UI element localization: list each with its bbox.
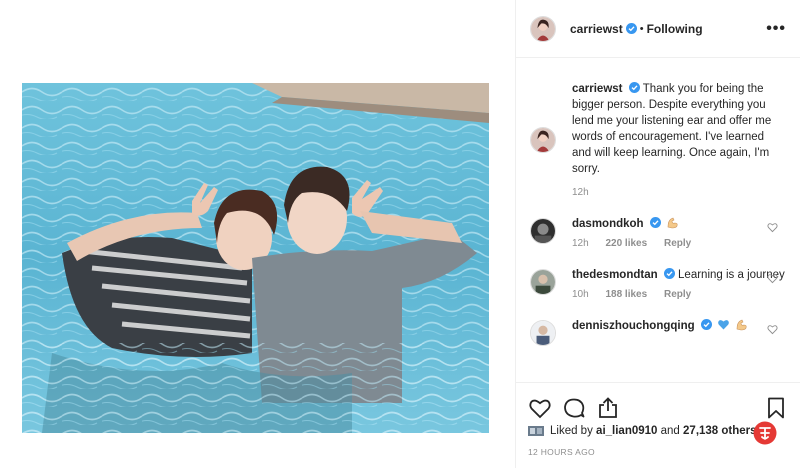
comment-text: denniszhouchongqing — [572, 318, 786, 334]
comment-meta: 10h 188 likes Reply — [572, 289, 786, 300]
caption-comment: carriewst Thank you for being the bigger… — [516, 81, 800, 198]
comment-time[interactable]: 10h — [572, 289, 589, 300]
verified-badge-icon — [628, 82, 640, 93]
comment-body: denniszhouchongqing — [572, 318, 786, 346]
comment-bubble-icon[interactable] — [562, 396, 586, 420]
caption-time[interactable]: 12h — [572, 187, 589, 198]
post-side-panel: carriewst • Following ••• carriewst Than… — [515, 0, 800, 468]
comment-meta: 12h 220 likes Reply — [572, 238, 786, 249]
following-button[interactable]: Following — [647, 22, 703, 36]
bookmark-icon[interactable] — [764, 396, 788, 420]
author-username[interactable]: carriewst — [570, 22, 623, 36]
caption-text: carriewst Thank you for being the bigger… — [572, 81, 786, 177]
comment-time[interactable]: 12h — [572, 238, 589, 249]
flexed-biceps-icon — [666, 216, 679, 229]
comment-body: thedesmondtan Learning is a journey 10h … — [572, 267, 786, 300]
post-photo[interactable] — [22, 83, 489, 433]
like-heart-icon[interactable] — [528, 396, 552, 420]
reply-button[interactable]: Reply — [664, 238, 691, 249]
commenter-avatar[interactable] — [530, 218, 556, 244]
commenter-avatar[interactable] — [530, 269, 556, 295]
comment-item: thedesmondtan Learning is a journey 10h … — [516, 267, 800, 300]
comment-item: denniszhouchongqing — [516, 318, 800, 346]
comment-username[interactable]: dasmondkoh — [572, 218, 644, 230]
comment-username[interactable]: thedesmondtan — [572, 269, 658, 281]
liked-by-user[interactable]: ai_lian0910 — [596, 425, 657, 437]
post-header: carriewst • Following ••• — [516, 0, 800, 58]
more-options-icon[interactable]: ••• — [766, 20, 786, 36]
like-comment-heart-icon[interactable] — [767, 324, 778, 335]
author-avatar[interactable] — [530, 15, 556, 42]
verified-badge-icon — [700, 319, 712, 330]
caption-username[interactable]: carriewst — [572, 83, 623, 95]
blue-heart-icon — [717, 318, 730, 331]
reply-button[interactable]: Reply — [664, 289, 691, 300]
comments-list[interactable]: carriewst Thank you for being the bigger… — [516, 59, 800, 381]
verified-badge-icon — [663, 268, 675, 279]
comment-text: thedesmondtan Learning is a journey — [572, 267, 786, 283]
comment-item: dasmondkoh 12h 220 likes Reply — [516, 216, 800, 249]
comment-username[interactable]: denniszhouchongqing — [572, 320, 695, 332]
commenter-avatar[interactable] — [530, 320, 556, 346]
liked-count[interactable]: 27,138 others — [683, 425, 757, 437]
pool-photo-image — [22, 83, 489, 433]
share-icon[interactable] — [596, 396, 620, 420]
liked-prefix: Liked by — [550, 425, 593, 437]
comment-body: dasmondkoh 12h 220 likes Reply — [572, 216, 786, 249]
caption-avatar[interactable] — [530, 127, 556, 153]
verified-badge-icon — [625, 23, 637, 34]
like-comment-heart-icon[interactable] — [767, 222, 778, 233]
verified-badge-icon — [649, 217, 661, 228]
action-icons-row — [516, 383, 800, 423]
comment-text: dasmondkoh — [572, 216, 786, 232]
liker-avatar-icon[interactable] — [528, 426, 544, 436]
post-media-pane — [0, 0, 515, 468]
caption-body: carriewst Thank you for being the bigger… — [572, 81, 786, 198]
comment-likes[interactable]: 188 likes — [605, 289, 647, 300]
like-comment-heart-icon[interactable] — [767, 273, 778, 284]
caption-content: Thank you for being the bigger person. D… — [572, 83, 772, 175]
liked-middle: and — [660, 425, 680, 437]
header-separator: • — [639, 22, 644, 35]
publisher-watermark-icon — [753, 421, 777, 445]
caption-meta: 12h — [572, 187, 786, 198]
comment-likes[interactable]: 220 likes — [605, 238, 647, 249]
flexed-biceps-icon — [735, 318, 748, 331]
